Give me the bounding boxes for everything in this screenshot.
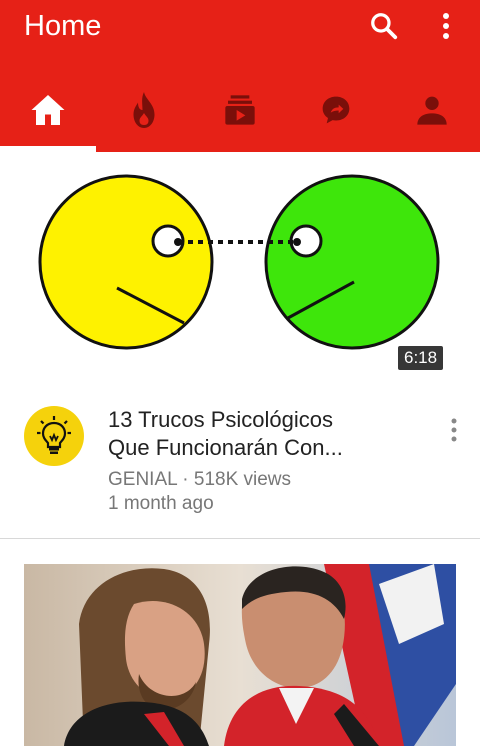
channel-avatar[interactable] <box>24 406 84 466</box>
tab-activity[interactable] <box>288 84 384 136</box>
tab-account[interactable] <box>384 84 480 136</box>
subscriptions-icon <box>225 95 255 125</box>
upload-age: 1 month ago <box>108 493 214 514</box>
channel-and-views: GENIAL · 518K views <box>108 469 292 490</box>
divider <box>0 538 480 539</box>
tab-bar <box>0 84 480 136</box>
tab-subscriptions[interactable] <box>192 84 288 136</box>
video-duration-badge: 6:18 <box>398 346 444 370</box>
home-icon <box>31 95 65 125</box>
thumbnail-photo <box>24 564 456 746</box>
video-title[interactable]: 13 Trucos Psicológicos Que Funcionarán C… <box>108 406 408 462</box>
search-icon[interactable] <box>364 8 404 44</box>
active-tab-indicator <box>0 146 96 152</box>
trending-flame-icon <box>133 92 155 128</box>
video-title-line1: 13 Trucos Psicológicos <box>108 407 333 432</box>
app-bar: Home <box>0 0 480 152</box>
activity-share-icon <box>322 96 350 124</box>
video-meta: GENIAL · 518K views 1 month ago <box>108 468 291 516</box>
video-title-line2: Que Funcionarán Con... <box>108 435 343 460</box>
tab-trending[interactable] <box>96 84 192 136</box>
page-title: Home <box>24 10 102 42</box>
account-icon <box>417 96 447 125</box>
tab-home[interactable] <box>0 84 96 136</box>
video-thumbnail[interactable] <box>22 168 456 380</box>
video-thumbnail-2[interactable] <box>24 564 456 746</box>
more-vert-icon[interactable] <box>426 8 466 44</box>
lightbulb-icon <box>37 416 71 454</box>
video-menu-icon[interactable] <box>440 412 468 448</box>
thumbnail-illustration <box>38 174 440 350</box>
